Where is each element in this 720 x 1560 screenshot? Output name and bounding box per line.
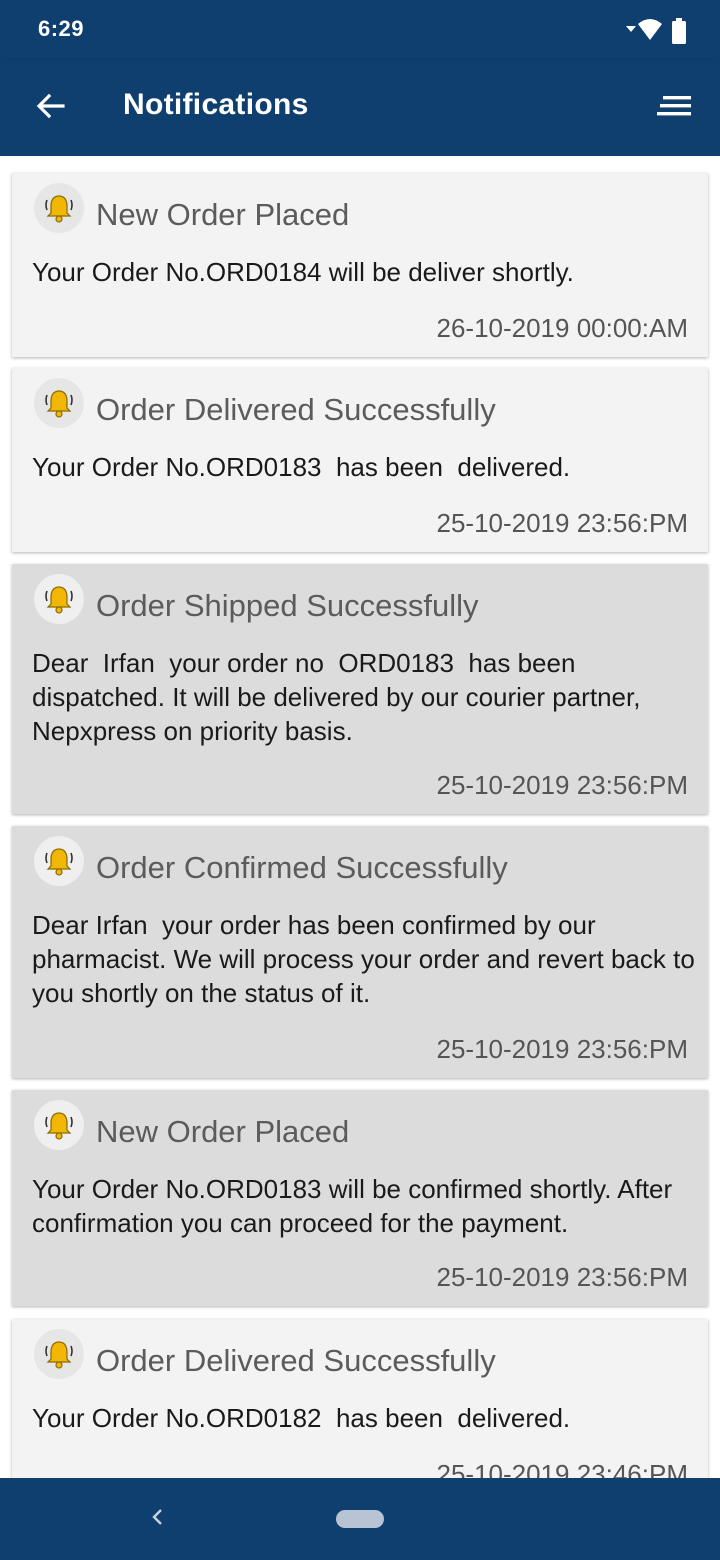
sort-menu-icon [657, 94, 691, 123]
notification-title: New Order Placed [96, 1114, 350, 1149]
bell-icon [34, 836, 84, 886]
home-pill-icon[interactable] [336, 1510, 384, 1528]
wifi-icon [624, 18, 664, 49]
notification-card[interactable]: Order Delivered Successfully Your Order … [12, 368, 708, 552]
status-icons [624, 18, 686, 49]
notification-time: 25-10-2019 23:46:PM [436, 1459, 688, 1478]
bell-icon [34, 183, 84, 233]
system-nav-bar [0, 1478, 720, 1560]
notification-list[interactable]: New Order Placed Your Order No.ORD0184 w… [0, 156, 720, 1478]
back-button[interactable] [26, 84, 74, 132]
bell-icon [34, 1329, 84, 1379]
nav-back-button[interactable] [140, 1502, 174, 1536]
notification-message: Your Order No.ORD0183 has been delivered… [32, 452, 571, 482]
notification-title: New Order Placed [96, 197, 350, 232]
notification-card[interactable]: New Order Placed Your Order No.ORD0183 w… [12, 1090, 708, 1306]
notification-title: Order Shipped Successfully [96, 588, 479, 623]
arrow-left-icon [35, 91, 65, 126]
bell-icon [34, 574, 84, 624]
notification-message: Your Order No.ORD0183 will be confirmed … [32, 1174, 680, 1238]
notification-message: Dear Irfan your order has been confirmed… [32, 910, 703, 1008]
chevron-left-icon [149, 1507, 165, 1532]
notification-card[interactable]: New Order Placed Your Order No.ORD0184 w… [12, 173, 708, 357]
notification-message: Your Order No.ORD0182 has been delivered… [32, 1403, 571, 1433]
notification-time: 26-10-2019 00:00:AM [436, 313, 688, 343]
app-bar: Notifications [0, 60, 720, 156]
notification-time: 25-10-2019 23:56:PM [436, 770, 688, 800]
notification-card[interactable]: Order Delivered Successfully Your Order … [12, 1319, 708, 1478]
notification-time: 25-10-2019 23:56:PM [436, 1034, 688, 1064]
bell-icon [34, 1100, 84, 1150]
notification-time: 25-10-2019 23:56:PM [436, 1262, 688, 1292]
sort-menu-button[interactable] [650, 84, 698, 132]
notification-title: Order Delivered Successfully [96, 1343, 496, 1378]
notification-title: Order Confirmed Successfully [96, 850, 508, 885]
notification-card[interactable]: Order Shipped Successfully Dear Irfan yo… [12, 564, 708, 814]
notification-message: Your Order No.ORD0184 will be deliver sh… [32, 257, 574, 287]
status-time: 6:29 [38, 16, 85, 41]
notification-title: Order Delivered Successfully [96, 392, 496, 427]
notification-time: 25-10-2019 23:56:PM [436, 508, 688, 538]
notification-card[interactable]: Order Confirmed Successfully Dear Irfan … [12, 826, 708, 1078]
status-bar: 6:29 [0, 0, 720, 60]
battery-icon [672, 18, 686, 49]
notification-message: Dear Irfan your order no ORD0183 has bee… [32, 648, 648, 746]
page-title: Notifications [123, 88, 309, 121]
bell-icon [34, 378, 84, 428]
